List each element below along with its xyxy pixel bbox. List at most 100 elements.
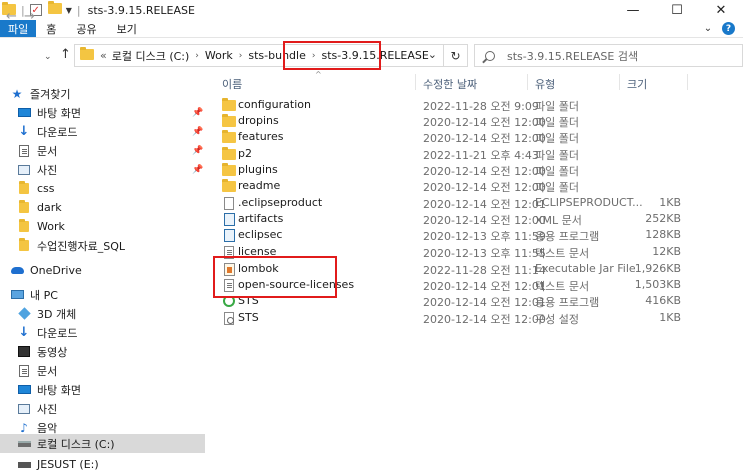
recent-locations-icon[interactable]: ⌄	[44, 52, 52, 62]
file-row[interactable]: eclipsec 2020-12-13 오후 11:59 응용 프로그램 128…	[205, 227, 743, 243]
column-header: ^ 이름 수정한 날짜 유형 크기	[205, 70, 743, 92]
tab-view[interactable]: 보기	[107, 20, 147, 37]
file-date: 2022-11-21 오후 4:43	[423, 149, 539, 162]
file-date: 2022-11-28 오전 9:09	[423, 100, 539, 113]
file-type: XML 문서	[535, 214, 582, 227]
sidebar-item-label: 바탕 화면	[37, 106, 81, 120]
sidebar-item-desktop[interactable]: 바탕 화면 📌	[0, 103, 205, 122]
column-divider[interactable]	[415, 74, 416, 90]
sidebar-item-local-disk-c[interactable]: 로컬 디스크 (C:)	[0, 434, 205, 453]
overflow-chevron-icon[interactable]: «	[100, 49, 107, 62]
column-size[interactable]: 크기	[627, 76, 647, 92]
file-type: 텍스트 문서	[535, 247, 590, 260]
chevron-right-icon[interactable]: ›	[195, 51, 199, 61]
sidebar-item-css[interactable]: css	[0, 179, 205, 198]
file-name: p2	[238, 147, 252, 160]
file-date: 2020-12-13 오후 11:59	[423, 230, 546, 243]
folder-icon	[222, 163, 236, 176]
file-row[interactable]: p2 2022-11-21 오후 4:43 파일 폴더	[205, 146, 743, 162]
folder-icon	[17, 181, 31, 195]
file-row[interactable]: features 2020-12-14 오전 12:00 파일 폴더	[205, 129, 743, 145]
tab-share[interactable]: 공유	[66, 20, 106, 37]
file-size: 1KB	[659, 196, 681, 209]
sidebar-item-label: JESUST (E:)	[37, 458, 99, 471]
file-row[interactable]: readme 2020-12-14 오전 12:00 파일 폴더	[205, 178, 743, 194]
file-row[interactable]: STS 2020-12-14 오전 12:00 구성 설정 1KB	[205, 310, 743, 326]
sidebar-item-label: 다운로드	[37, 326, 78, 340]
breadcrumb-work[interactable]: Work	[205, 49, 233, 62]
file-size: 128KB	[645, 228, 681, 241]
file-row[interactable]: artifacts 2020-12-14 오전 12:00 XML 문서 252…	[205, 211, 743, 227]
tab-home[interactable]: 홈	[36, 20, 66, 37]
sidebar-item-sql-materials[interactable]: 수업진행자료_SQL	[0, 236, 205, 255]
column-date[interactable]: 수정한 날짜	[423, 76, 477, 92]
chevron-right-icon[interactable]: ›	[239, 51, 243, 61]
window-title: sts-3.9.15.RELEASE	[87, 3, 195, 17]
sidebar-item-work[interactable]: Work	[0, 217, 205, 236]
expand-ribbon-icon[interactable]: ⌄	[702, 22, 714, 34]
window-controls: — ☐ ✕	[611, 0, 743, 20]
sidebar-item-pictures-pc[interactable]: 사진	[0, 399, 205, 418]
file-type: 텍스트 문서	[535, 280, 590, 293]
sidebar-item-label: dark	[37, 201, 62, 214]
desktop-icon	[17, 384, 31, 396]
sidebar-item-documents[interactable]: 문서 📌	[0, 141, 205, 160]
file-row[interactable]: dropins 2020-12-14 오전 12:00 파일 폴더	[205, 113, 743, 129]
sidebar-item-label: 내 PC	[30, 288, 58, 302]
file-type: 응용 프로그램	[535, 230, 600, 243]
address-dropdown-icon[interactable]: ⌄	[428, 48, 437, 61]
folder-icon	[80, 46, 94, 63]
sidebar-item-downloads-pc[interactable]: ↓ 다운로드	[0, 323, 205, 342]
sidebar-item-onedrive[interactable]: OneDrive	[0, 261, 205, 280]
folder-icon	[222, 98, 236, 111]
help-icon[interactable]: ?	[722, 22, 735, 35]
file-row[interactable]: .eclipseproduct 2020-12-14 오전 12:01 ECLI…	[205, 195, 743, 211]
sidebar-item-dark[interactable]: dark	[0, 198, 205, 217]
sidebar-item-desktop-pc[interactable]: 바탕 화면	[0, 380, 205, 399]
sort-ascending-icon: ^	[315, 70, 322, 79]
column-divider[interactable]	[527, 74, 528, 90]
sidebar-item-label: 로컬 디스크 (C:)	[37, 437, 115, 451]
breadcrumb-local-disk[interactable]: 로컬 디스크 (C:)	[112, 48, 190, 64]
sidebar-item-label: 동영상	[37, 345, 68, 359]
sidebar-item-videos[interactable]: 동영상	[0, 342, 205, 361]
pin-icon: 📌	[192, 164, 204, 175]
sidebar-item-quick-access[interactable]: ★ 즐겨찾기	[10, 84, 205, 103]
file-type: Executable Jar File	[535, 262, 636, 275]
maximize-button[interactable]: ☐	[655, 0, 699, 20]
file-type: 파일 폴더	[535, 116, 579, 129]
usb-drive-icon	[17, 459, 31, 471]
sidebar-item-documents-pc[interactable]: 문서	[0, 361, 205, 380]
sidebar-item-this-pc[interactable]: 내 PC	[0, 285, 205, 304]
search-box[interactable]: sts-3.9.15.RELEASE 검색	[474, 44, 743, 67]
column-name[interactable]: 이름	[222, 76, 242, 92]
file-date: 2020-12-14 오전 12:00	[423, 165, 546, 178]
file-row[interactable]: configuration 2022-11-28 오전 9:09 파일 폴더	[205, 97, 743, 113]
pin-icon: 📌	[192, 126, 204, 137]
sidebar-item-label: 문서	[37, 364, 58, 378]
file-name: eclipsec	[238, 228, 283, 241]
file-type: 파일 폴더	[535, 165, 579, 178]
new-folder-quick-access-icon[interactable]	[47, 1, 62, 17]
sidebar-item-pictures[interactable]: 사진 📌	[0, 160, 205, 179]
file-row[interactable]: plugins 2020-12-14 오전 12:00 파일 폴더	[205, 162, 743, 178]
close-button[interactable]: ✕	[699, 0, 743, 20]
sidebar-item-label: css	[37, 182, 55, 195]
minimize-button[interactable]: —	[611, 0, 655, 20]
forward-arrow-icon[interactable]: →	[24, 9, 35, 24]
address-bar[interactable]: « 로컬 디스크 (C:) › Work › sts-bundle › sts-…	[74, 44, 444, 67]
column-type[interactable]: 유형	[535, 76, 555, 92]
sidebar-item-usb-drive-e[interactable]: JESUST (E:)	[0, 455, 205, 474]
file-name: artifacts	[238, 212, 284, 225]
column-divider[interactable]	[619, 74, 620, 90]
back-arrow-icon[interactable]: ←	[6, 9, 17, 24]
pc-icon	[10, 289, 24, 301]
folder-icon	[17, 238, 31, 252]
up-arrow-icon[interactable]: ↑	[60, 47, 71, 62]
quick-access-dropdown-icon[interactable]: ▼	[66, 6, 72, 15]
column-divider[interactable]	[687, 74, 688, 90]
sidebar-item-3d-objects[interactable]: 3D 개체	[0, 304, 205, 323]
refresh-button[interactable]: ↻	[444, 44, 468, 67]
folder-icon	[17, 219, 31, 233]
sidebar-item-downloads[interactable]: ↓ 다운로드 📌	[0, 122, 205, 141]
